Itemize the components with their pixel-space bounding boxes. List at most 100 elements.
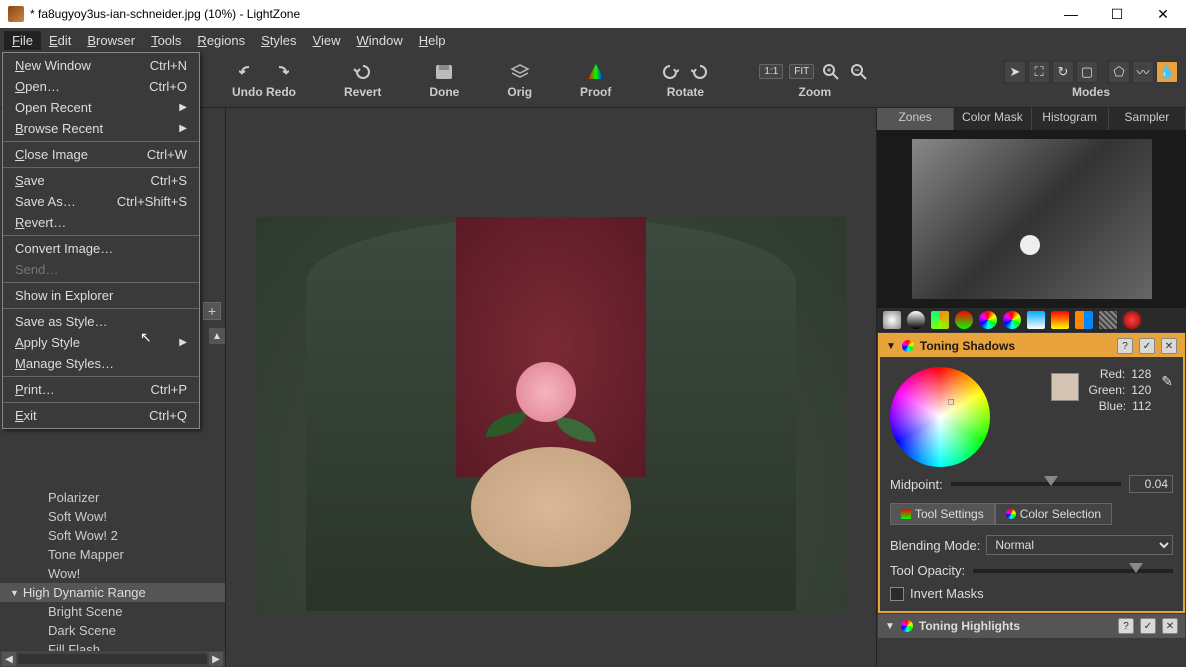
maximize-button[interactable]: ☐ [1094, 0, 1140, 28]
mode-arrow-icon[interactable]: ➤ [1004, 61, 1026, 83]
undo-icon[interactable] [238, 61, 260, 83]
tree-item[interactable]: Tone Mapper [0, 545, 225, 564]
tree-item[interactable]: Polarizer [0, 488, 225, 507]
subtab-tool-settings[interactable]: Tool Settings [890, 503, 995, 525]
tree-item[interactable]: Soft Wow! 2 [0, 526, 225, 545]
scroll-right-button[interactable]: ▶ [209, 652, 223, 666]
panel-header-toning-highlights[interactable]: ▼ Toning Highlights ? ✓ ✕ [879, 615, 1184, 637]
tool-revert[interactable]: Revert [344, 61, 381, 99]
menu-item-revert[interactable]: Revert… [3, 212, 199, 233]
menu-item-manage-styles[interactable]: Manage Styles… [3, 353, 199, 374]
sidebar-hscroll[interactable]: ◀ ▶ [0, 651, 225, 667]
midpoint-slider[interactable] [951, 482, 1121, 486]
color-swatch[interactable] [1051, 373, 1079, 401]
opacity-slider[interactable] [973, 569, 1173, 573]
tool-contrast-icon[interactable] [907, 311, 925, 329]
enable-checkbox[interactable]: ✓ [1140, 618, 1156, 634]
menu-item-browse-recent[interactable]: Browse Recent▶ [3, 118, 199, 139]
tree-item[interactable]: Soft Wow! [0, 507, 225, 526]
tool-redeye-icon[interactable] [1123, 311, 1141, 329]
tool-proof[interactable]: Proof [580, 61, 611, 99]
mode-region-icon[interactable]: ▢ [1076, 61, 1098, 83]
scroll-up-button[interactable]: ▲ [209, 328, 225, 344]
collapse-icon[interactable]: ▼ [885, 621, 895, 632]
tool-sharpen-icon[interactable] [1027, 311, 1045, 329]
zoom-in-icon[interactable] [820, 61, 842, 83]
menu-styles[interactable]: Styles [253, 31, 304, 50]
mode-polygon-icon[interactable]: ⬠ [1108, 61, 1130, 83]
tool-hue-icon[interactable] [955, 311, 973, 329]
menu-tools[interactable]: Tools [143, 31, 189, 50]
menu-item-save[interactable]: SaveCtrl+S [3, 170, 199, 191]
tab-histogram[interactable]: Histogram [1032, 108, 1109, 130]
scrollbar-track[interactable] [18, 654, 207, 664]
subtab-color-selection[interactable]: Color Selection [995, 503, 1112, 525]
mode-drop-icon[interactable]: 💧 [1156, 61, 1178, 83]
tool-wb-icon[interactable] [1003, 311, 1021, 329]
tree-item[interactable]: Wow! [0, 564, 225, 583]
menu-item-save-as-style[interactable]: Save as Style… [3, 311, 199, 332]
rotate-right-icon[interactable] [689, 61, 711, 83]
mode-rotate-icon[interactable]: ↻ [1052, 61, 1074, 83]
menu-item-exit[interactable]: ExitCtrl+Q [3, 405, 199, 426]
tool-split-icon[interactable] [1075, 311, 1093, 329]
minimize-button[interactable]: — [1048, 0, 1094, 28]
tool-tone-icon[interactable] [931, 311, 949, 329]
tree-category[interactable]: ▼High Dynamic Range [0, 583, 225, 602]
close-button[interactable]: ✕ [1140, 0, 1186, 28]
mode-curve-icon[interactable]: 〰 [1132, 61, 1154, 83]
menu-item-print[interactable]: Print…Ctrl+P [3, 379, 199, 400]
menu-item-new-window[interactable]: New WindowCtrl+N [3, 55, 199, 76]
menu-item-open[interactable]: Open…Ctrl+O [3, 76, 199, 97]
zoom-fit-button[interactable]: FIT [789, 64, 814, 79]
help-icon[interactable]: ? [1117, 338, 1133, 354]
tree-item[interactable]: Fill Flash [0, 640, 225, 651]
tab-zones[interactable]: Zones [877, 108, 954, 130]
tab-color-mask[interactable]: Color Mask [954, 108, 1031, 130]
zones-thumbnail[interactable] [912, 139, 1152, 299]
menu-item-convert-image[interactable]: Convert Image… [3, 238, 199, 259]
menu-item-save-as[interactable]: Save As…Ctrl+Shift+S [3, 191, 199, 212]
tool-noise-icon[interactable] [1099, 311, 1117, 329]
close-panel-icon[interactable]: ✕ [1161, 338, 1177, 354]
tool-done[interactable]: Done [429, 61, 459, 99]
menu-browser[interactable]: Browser [79, 31, 143, 50]
menu-item-apply-style[interactable]: Apply Style▶ [3, 332, 199, 353]
eyedropper-icon[interactable]: ✎ [1161, 373, 1173, 390]
menu-help[interactable]: Help [411, 31, 454, 50]
tool-orig[interactable]: Orig [507, 61, 532, 99]
zoom-1to1-button[interactable]: 1:1 [759, 64, 783, 79]
add-button[interactable]: + [203, 302, 221, 320]
redo-icon[interactable] [268, 61, 290, 83]
menu-regions[interactable]: Regions [189, 31, 253, 50]
midpoint-value[interactable]: 0.04 [1129, 475, 1173, 493]
tree-item[interactable]: Bright Scene [0, 602, 225, 621]
tool-blur-icon[interactable] [1051, 311, 1069, 329]
menu-edit[interactable]: Edit [41, 31, 79, 50]
menu-window[interactable]: Window [348, 31, 410, 50]
invert-masks-checkbox[interactable] [890, 587, 904, 601]
mode-crop-icon[interactable]: ⛶ [1028, 61, 1050, 83]
blending-mode-select[interactable]: Normal [986, 535, 1173, 555]
main-image[interactable] [256, 217, 846, 611]
color-wheel[interactable] [890, 367, 990, 467]
menu-item-show-in-explorer[interactable]: Show in Explorer [3, 285, 199, 306]
help-icon[interactable]: ? [1118, 618, 1134, 634]
tab-sampler[interactable]: Sampler [1109, 108, 1186, 130]
close-panel-icon[interactable]: ✕ [1162, 618, 1178, 634]
tool-color-icon[interactable] [979, 311, 997, 329]
tree-item[interactable]: Dark Scene [0, 621, 225, 640]
blue-label: Blue: [1099, 399, 1126, 413]
collapse-icon[interactable]: ▼ [886, 341, 896, 352]
tool-zonemapper-icon[interactable] [883, 311, 901, 329]
enable-checkbox[interactable]: ✓ [1139, 338, 1155, 354]
scroll-left-button[interactable]: ◀ [2, 652, 16, 666]
undo-redo-label: Undo Redo [232, 85, 296, 99]
rotate-left-icon[interactable] [659, 61, 681, 83]
menu-item-open-recent[interactable]: Open Recent▶ [3, 97, 199, 118]
zoom-out-icon[interactable] [848, 61, 870, 83]
menu-view[interactable]: View [305, 31, 349, 50]
menu-item-close-image[interactable]: Close ImageCtrl+W [3, 144, 199, 165]
panel-header-toning-shadows[interactable]: ▼ Toning Shadows ? ✓ ✕ [880, 335, 1183, 357]
menu-file[interactable]: File [4, 31, 41, 50]
